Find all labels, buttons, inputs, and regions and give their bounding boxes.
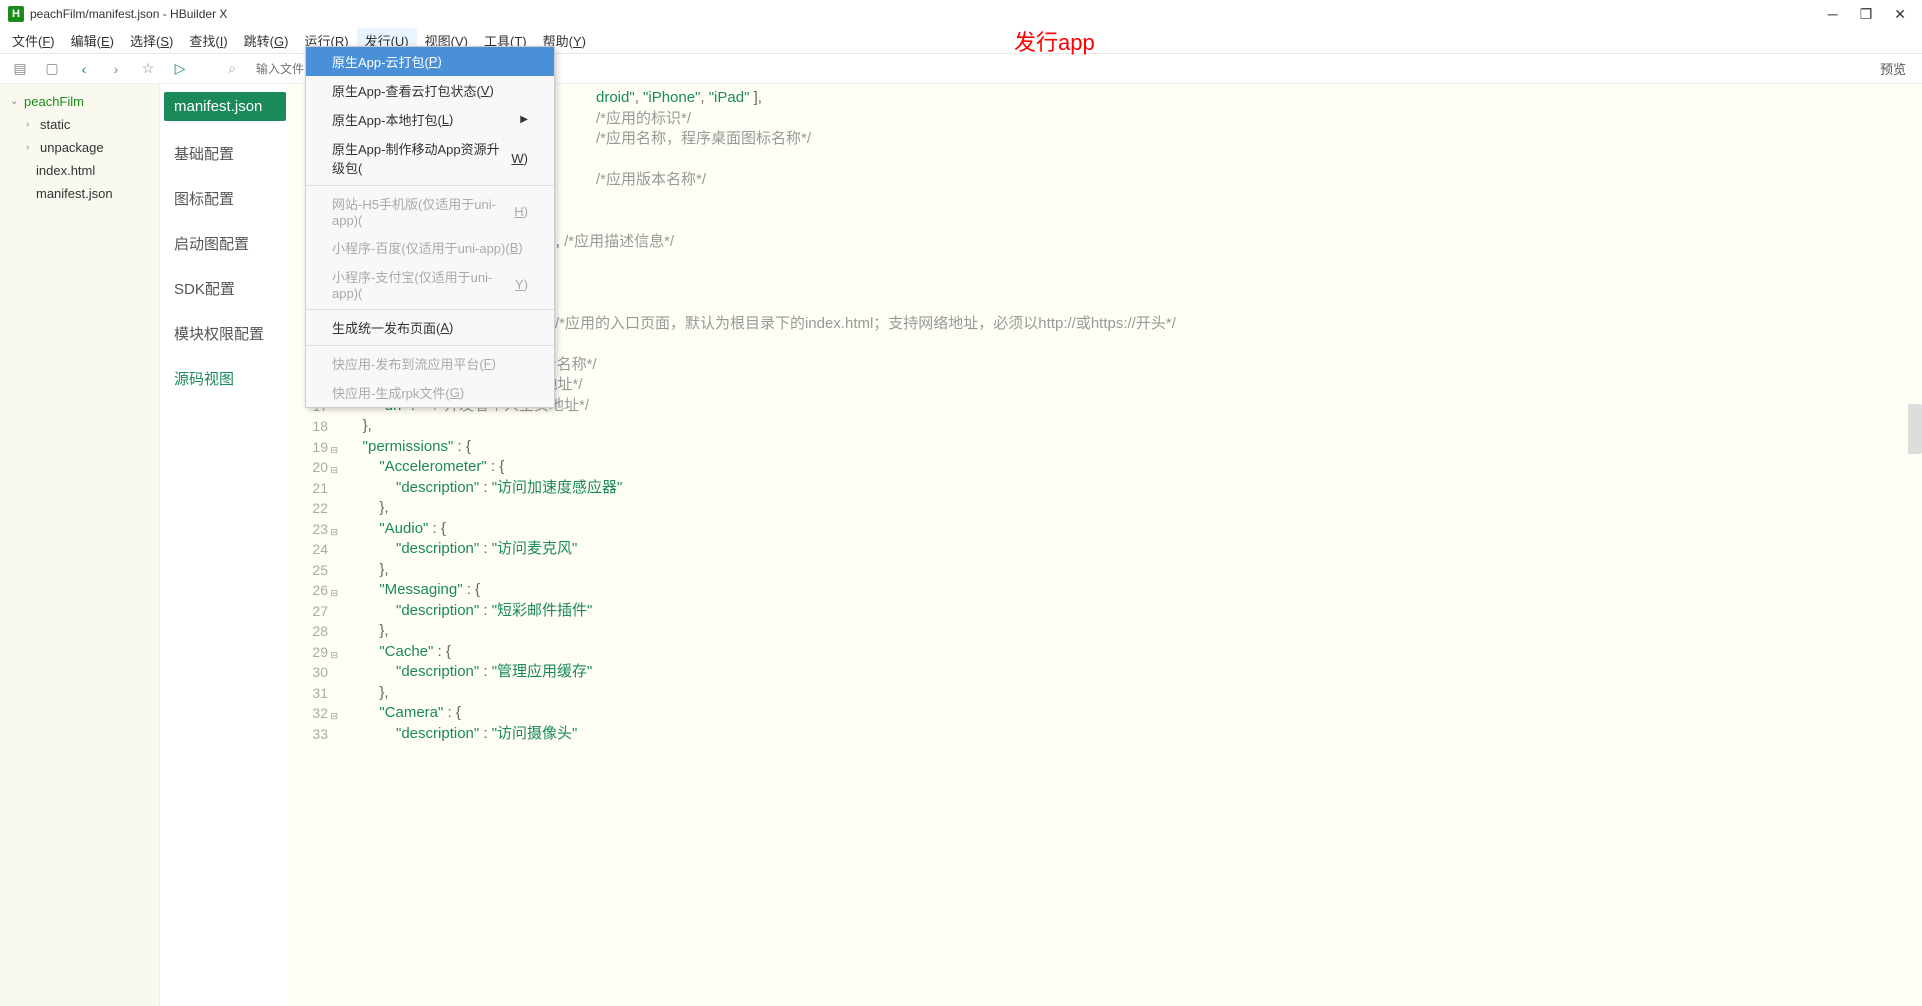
toolbar: ▤ ▢ ‹ › ☆ ▷ ⌕ 预览 — [0, 54, 1922, 84]
dd-item: 快应用-发布到流应用平台(F) — [306, 349, 554, 378]
window-controls: ─ ❐ ✕ — [1828, 6, 1914, 23]
file-tree-sidebar: ⌄peachFilm ›static ›unpackage index.html… — [0, 84, 160, 1006]
menu-separator — [306, 309, 554, 310]
tree-file-index[interactable]: index.html — [0, 159, 159, 182]
nav-back-icon[interactable]: ‹ — [72, 57, 96, 81]
nav-forward-icon[interactable]: › — [104, 57, 128, 81]
tree-root[interactable]: ⌄peachFilm — [0, 90, 159, 113]
dd-item[interactable]: 生成统一发布页面(A) — [306, 313, 554, 342]
annotation-text: 发行app — [1014, 25, 1095, 57]
minimize-icon[interactable]: ─ — [1828, 6, 1838, 23]
menu-separator — [306, 185, 554, 186]
close-icon[interactable]: ✕ — [1894, 6, 1906, 23]
config-tab-source[interactable]: 源码视图 — [160, 356, 290, 401]
menu-separator — [306, 345, 554, 346]
app-logo-icon: H — [8, 6, 24, 22]
config-tab-permissions[interactable]: 模块权限配置 — [160, 311, 290, 356]
tree-root-label: peachFilm — [24, 94, 84, 109]
dd-item[interactable]: 原生App-云打包(P) — [306, 47, 554, 76]
dd-item: 小程序-百度(仅适用于uni-app)(B) — [306, 233, 554, 262]
tree-file-manifest[interactable]: manifest.json — [0, 182, 159, 205]
menu-选择[interactable]: 选择(S) — [122, 28, 181, 53]
star-icon[interactable]: ☆ — [136, 57, 160, 81]
tree-item-label: index.html — [36, 163, 95, 178]
preview-button[interactable]: 预览 — [1872, 59, 1914, 78]
config-panel: manifest.json 基础配置 图标配置 启动图配置 SDK配置 模块权限… — [160, 84, 290, 1006]
tree-item-label: manifest.json — [36, 186, 113, 201]
config-file-tab[interactable]: manifest.json — [164, 92, 286, 121]
publish-menu-dropdown: 原生App-云打包(P)原生App-查看云打包状态(V)原生App-本地打包(L… — [305, 46, 555, 408]
scrollbar-thumb[interactable] — [1908, 404, 1922, 454]
dd-item[interactable]: 原生App-本地打包(L)▶ — [306, 105, 554, 134]
config-tab-splash[interactable]: 启动图配置 — [160, 221, 290, 266]
dd-item: 快应用-生成rpk文件(G) — [306, 378, 554, 407]
sidebar-toggle-icon[interactable]: ▤ — [8, 57, 32, 81]
menu-跳转[interactable]: 跳转(G) — [236, 28, 297, 53]
run-icon[interactable]: ▷ — [168, 57, 192, 81]
maximize-icon[interactable]: ❐ — [1860, 6, 1873, 23]
menu-编辑[interactable]: 编辑(E) — [63, 28, 122, 53]
window-title: peachFilm/manifest.json - HBuilder X — [30, 7, 227, 21]
tree-folder-static[interactable]: ›static — [0, 113, 159, 136]
titlebar: H peachFilm/manifest.json - HBuilder X ─… — [0, 0, 1922, 28]
tree-folder-unpackage[interactable]: ›unpackage — [0, 136, 159, 159]
new-file-icon[interactable]: ▢ — [40, 57, 64, 81]
dd-item[interactable]: 原生App-查看云打包状态(V) — [306, 76, 554, 105]
dd-item: 网站-H5手机版(仅适用于uni-app)(H) — [306, 189, 554, 233]
tree-item-label: unpackage — [40, 140, 104, 155]
config-tab-icon[interactable]: 图标配置 — [160, 176, 290, 221]
menu-文件[interactable]: 文件(F) — [4, 28, 63, 53]
menubar: 文件(F)编辑(E)选择(S)查找(I)跳转(G)运行(R)发行(U)视图(V)… — [0, 28, 1922, 54]
config-tab-sdk[interactable]: SDK配置 — [160, 266, 290, 311]
tree-item-label: static — [40, 117, 70, 132]
dd-item[interactable]: 原生App-制作移动App资源升级包(W) — [306, 134, 554, 182]
main-area: ⌄peachFilm ›static ›unpackage index.html… — [0, 84, 1922, 1006]
menu-查找[interactable]: 查找(I) — [181, 28, 235, 53]
dd-item: 小程序-支付宝(仅适用于uni-app)(Y) — [306, 262, 554, 306]
config-tab-basic[interactable]: 基础配置 — [160, 131, 290, 176]
search-icon: ⌕ — [220, 57, 244, 81]
